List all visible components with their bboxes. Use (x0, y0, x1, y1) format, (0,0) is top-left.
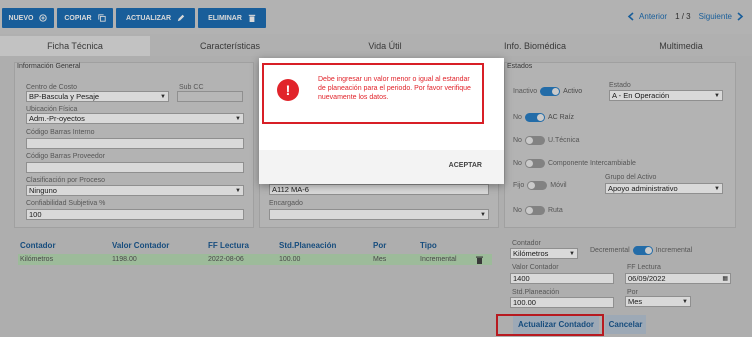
error-message: Debe ingresar un valor menor o igual al … (318, 76, 471, 101)
aceptar-button[interactable]: ACEPTAR (449, 162, 482, 169)
error-dialog: ! Debe ingresar un valor menor o igual a… (259, 58, 504, 184)
dialog-footer: ACEPTAR (259, 150, 504, 184)
error-icon: ! (277, 79, 299, 101)
